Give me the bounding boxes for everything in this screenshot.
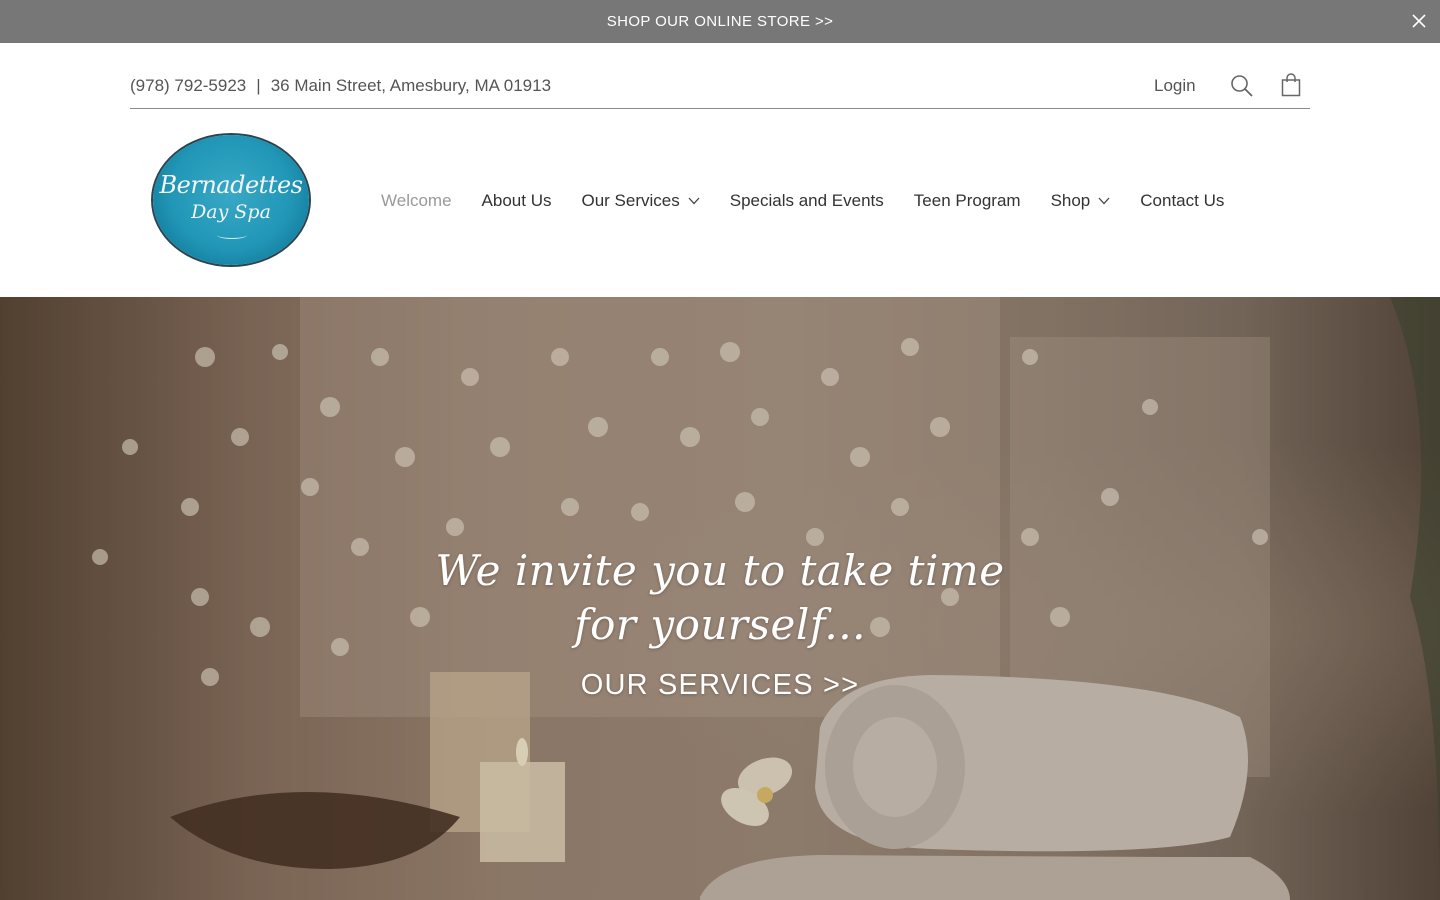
announcement-bar: SHOP OUR ONLINE STORE >> — [0, 0, 1440, 43]
shopping-bag-icon[interactable] — [1281, 73, 1301, 97]
nav-item-label: Specials and Events — [729, 191, 884, 210]
nav-item-label: Contact Us — [1140, 191, 1225, 210]
logo-line-2: Day Spa — [191, 201, 271, 223]
hero-banner: We invite you to take time for yourself.… — [0, 297, 1440, 900]
nav-item-label: About Us — [481, 191, 552, 210]
top-info-bar: (978) 792-5923 | 36 Main Street, Amesbur… — [130, 43, 1310, 109]
nav-item-label: Shop — [1050, 191, 1091, 210]
nav-item-contact-us[interactable]: Contact Us — [1140, 191, 1224, 211]
hero-headline: We invite you to take time for yourself.… — [435, 546, 1005, 649]
nav-item-welcome[interactable]: Welcome — [381, 191, 452, 211]
nav-item-label: Our Services — [581, 191, 680, 210]
login-link[interactable]: Login — [1154, 76, 1196, 96]
search-icon[interactable] — [1230, 74, 1254, 98]
nav-item-about-us[interactable]: About Us — [482, 191, 552, 211]
main-nav: Welcome About Us Our Services Specials a… — [381, 191, 1224, 211]
contact-separator: | — [256, 76, 261, 95]
chevron-down-icon — [688, 197, 700, 205]
nav-item-shop[interactable]: Shop — [1051, 191, 1111, 211]
nav-item-our-services[interactable]: Our Services — [581, 191, 700, 211]
brand-logo[interactable]: Bernadettes Day Spa — [153, 135, 309, 265]
our-services-link[interactable]: OUR SERVICES >> — [420, 669, 1020, 702]
nav-item-label: Welcome — [381, 191, 452, 210]
chevron-down-icon — [1098, 197, 1110, 205]
address: 36 Main Street, Amesbury, MA 01913 — [270, 76, 552, 95]
logo-line-1: Bernadettes — [159, 171, 303, 199]
contact-info: (978) 792-5923 | 36 Main Street, Amesbur… — [130, 76, 551, 96]
nav-item-teen-program[interactable]: Teen Program — [914, 191, 1021, 211]
logo-flourish — [217, 231, 247, 239]
phone-number[interactable]: (978) 792-5923 — [130, 76, 246, 96]
nav-item-label: Teen Program — [913, 191, 1021, 210]
nav-item-specials-and-events[interactable]: Specials and Events — [730, 191, 884, 211]
site-header: Bernadettes Day Spa Welcome About Us Our… — [0, 109, 1440, 297]
close-icon[interactable] — [1408, 10, 1430, 32]
shop-online-store-link[interactable]: SHOP OUR ONLINE STORE >> — [607, 13, 834, 30]
